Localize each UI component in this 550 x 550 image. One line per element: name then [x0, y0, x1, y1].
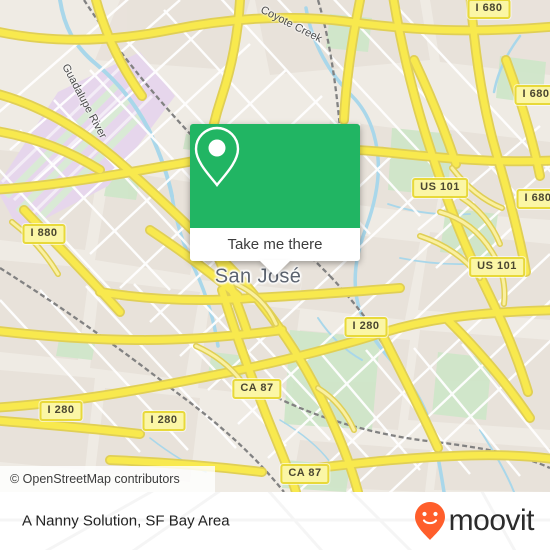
take-me-there-button[interactable]: Take me there [190, 228, 360, 261]
popup-icon-area [190, 124, 360, 228]
map-canvas[interactable]: I 680 I 680 US 101 I 680 I 880 US 101 I … [0, 0, 550, 492]
map-attribution[interactable]: © OpenStreetMap contributors [0, 466, 215, 492]
place-title: A Nanny Solution, SF Bay Area [22, 512, 230, 530]
road-shield: I 280 [39, 401, 83, 421]
footer-bar: A Nanny Solution, SF Bay Area moovit [0, 492, 550, 550]
attribution-text: © OpenStreetMap contributors [10, 472, 180, 486]
road-shield: I 680 [514, 85, 550, 105]
road-shield: US 101 [412, 178, 468, 198]
road-shield: I 280 [344, 317, 388, 337]
road-shield: CA 87 [280, 464, 330, 484]
road-shield: US 101 [469, 257, 525, 277]
moovit-wordmark: moovit [448, 504, 535, 537]
map-screenshot: I 680 I 680 US 101 I 680 I 880 US 101 I … [0, 0, 550, 550]
road-shield: CA 87 [232, 379, 282, 399]
map-pin-icon [194, 126, 240, 187]
moovit-logo[interactable]: moovit [413, 501, 535, 541]
road-shield: I 680 [516, 189, 550, 209]
popup-pointer-tail [259, 260, 291, 276]
take-me-there-label: Take me there [227, 236, 323, 253]
road-shield: I 680 [467, 0, 511, 19]
road-shield: I 280 [142, 411, 186, 431]
location-popup-card[interactable]: Take me there [190, 124, 360, 276]
road-shield: I 880 [22, 224, 66, 244]
moovit-pin-smile-icon [414, 502, 445, 540]
